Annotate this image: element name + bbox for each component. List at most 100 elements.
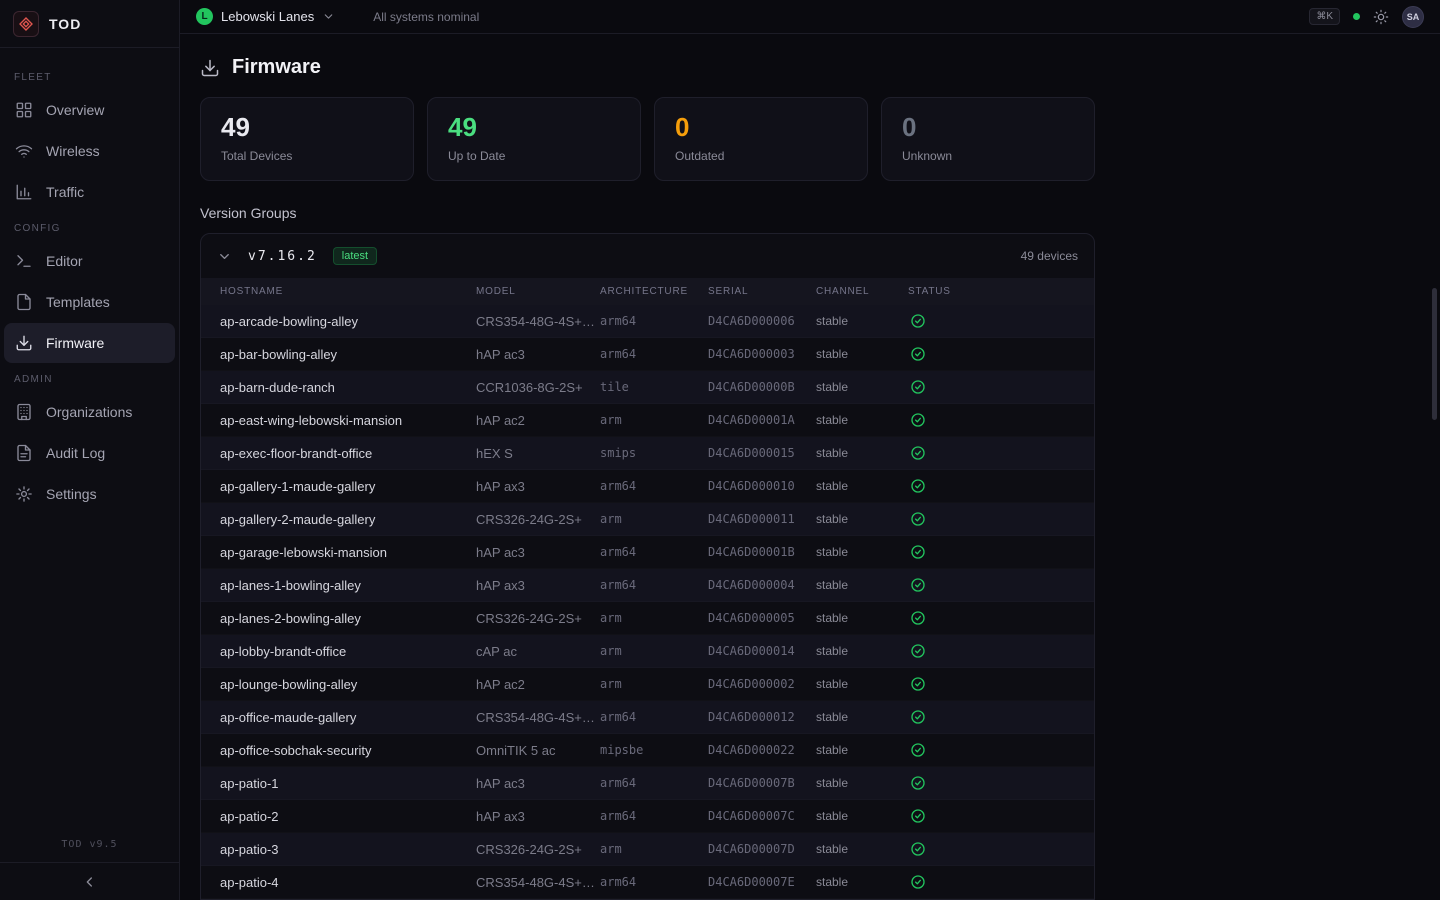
cell-status bbox=[908, 544, 1094, 560]
version-group-header[interactable]: v7.16.2 latest 49 devices bbox=[201, 234, 1094, 278]
table-row[interactable]: ap-gallery-2-maude-gallery CRS326-24G-2S… bbox=[201, 503, 1094, 536]
cell-architecture: arm64 bbox=[600, 710, 708, 724]
cell-hostname: ap-gallery-1-maude-gallery bbox=[220, 479, 476, 494]
table-row[interactable]: ap-patio-2 hAP ax3 arm64 D4CA6D00007C st… bbox=[201, 800, 1094, 833]
sidebar-item-settings[interactable]: Settings bbox=[4, 474, 175, 514]
cell-model: CRS326-24G-2S+ bbox=[476, 512, 600, 527]
table-row[interactable]: ap-lanes-2-bowling-alley CRS326-24G-2S+ … bbox=[201, 602, 1094, 635]
table-row[interactable]: ap-office-maude-gallery CRS354-48G-4S+… … bbox=[201, 701, 1094, 734]
cell-serial: D4CA6D000022 bbox=[708, 743, 816, 757]
sidebar-nav: FLEET Overview Wireless Traffic CONFIG E… bbox=[0, 48, 179, 515]
app-root: TOD FLEET Overview Wireless Traffic CONF… bbox=[0, 0, 1440, 900]
sidebar-item-organizations[interactable]: Organizations bbox=[4, 392, 175, 432]
stat-card-outdated: 0 Outdated bbox=[654, 97, 868, 181]
cell-architecture: arm64 bbox=[600, 578, 708, 592]
column-status: STATUS bbox=[908, 286, 1094, 297]
cell-hostname: ap-bar-bowling-alley bbox=[220, 347, 476, 362]
table-row[interactable]: ap-lounge-bowling-alley hAP ac2 arm D4CA… bbox=[201, 668, 1094, 701]
cell-channel: stable bbox=[816, 710, 908, 724]
cell-architecture: arm64 bbox=[600, 809, 708, 823]
org-name[interactable]: Lebowski Lanes bbox=[221, 9, 314, 24]
app-logo[interactable] bbox=[13, 11, 39, 37]
cell-serial: D4CA6D000003 bbox=[708, 347, 816, 361]
table-row[interactable]: ap-barn-dude-ranch CCR1036-8G-2S+ tile D… bbox=[201, 371, 1094, 404]
check-circle-icon bbox=[910, 610, 926, 626]
sidebar-item-traffic[interactable]: Traffic bbox=[4, 172, 175, 212]
sidebar-item-label: Firmware bbox=[46, 335, 104, 351]
table-row[interactable]: ap-garage-lebowski-mansion hAP ac3 arm64… bbox=[201, 536, 1094, 569]
firmware-download-icon bbox=[200, 58, 220, 78]
cell-status bbox=[908, 412, 1094, 428]
table-row[interactable]: ap-lanes-1-bowling-alley hAP ax3 arm64 D… bbox=[201, 569, 1094, 602]
cell-model: hAP ax3 bbox=[476, 578, 600, 593]
cell-serial: D4CA6D000006 bbox=[708, 314, 816, 328]
cell-hostname: ap-office-sobchak-security bbox=[220, 743, 476, 758]
table-row[interactable]: ap-exec-floor-brandt-office hEX S smips … bbox=[201, 437, 1094, 470]
cell-architecture: arm64 bbox=[600, 347, 708, 361]
cell-model: cAP ac bbox=[476, 644, 600, 659]
sidebar-item-wireless[interactable]: Wireless bbox=[4, 131, 175, 171]
scrollbar-thumb[interactable] bbox=[1432, 288, 1437, 420]
cell-model: hAP ac3 bbox=[476, 776, 600, 791]
chevron-down-icon[interactable] bbox=[322, 10, 335, 23]
sidebar-item-label: Organizations bbox=[46, 404, 132, 420]
device-count: 49 devices bbox=[1021, 249, 1078, 263]
cell-architecture: arm bbox=[600, 842, 708, 856]
cell-channel: stable bbox=[816, 611, 908, 625]
user-avatar[interactable]: SA bbox=[1402, 6, 1424, 28]
column-serial: SERIAL bbox=[708, 286, 816, 297]
table-row[interactable]: ap-east-wing-lebowski-mansion hAP ac2 ar… bbox=[201, 404, 1094, 437]
cell-model: hAP ax3 bbox=[476, 809, 600, 824]
cell-serial: D4CA6D00007E bbox=[708, 875, 816, 889]
org-avatar[interactable]: L bbox=[196, 8, 213, 25]
nav-section-fleet: FLEET bbox=[0, 62, 179, 89]
table-row[interactable]: ap-patio-4 CRS354-48G-4S+… arm64 D4CA6D0… bbox=[201, 866, 1094, 899]
table-row[interactable]: ap-lobby-brandt-office cAP ac arm D4CA6D… bbox=[201, 635, 1094, 668]
device-table-body: ap-arcade-bowling-alley CRS354-48G-4S+… … bbox=[201, 305, 1094, 899]
command-palette-shortcut[interactable]: ⌘K bbox=[1309, 8, 1340, 25]
cell-model: hEX S bbox=[476, 446, 600, 461]
app-version: TOD v9.5 bbox=[0, 839, 179, 862]
sidebar-item-label: Templates bbox=[46, 294, 110, 310]
cell-model: CRS354-48G-4S+… bbox=[476, 710, 600, 725]
cell-model: hAP ac2 bbox=[476, 413, 600, 428]
cell-model: hAP ac3 bbox=[476, 347, 600, 362]
app-name: TOD bbox=[49, 16, 81, 32]
cell-architecture: mipsbe bbox=[600, 743, 708, 757]
table-row[interactable]: ap-patio-3 CRS326-24G-2S+ arm D4CA6D0000… bbox=[201, 833, 1094, 866]
sidebar-item-overview[interactable]: Overview bbox=[4, 90, 175, 130]
chevron-down-icon[interactable] bbox=[217, 249, 232, 264]
table-row[interactable]: ap-office-sobchak-security OmniTIK 5 ac … bbox=[201, 734, 1094, 767]
layout-grid-icon bbox=[15, 101, 33, 119]
cell-serial: D4CA6D00001B bbox=[708, 545, 816, 559]
nav-section-admin: ADMIN bbox=[0, 364, 179, 391]
check-circle-icon bbox=[910, 577, 926, 593]
table-row[interactable]: ap-gallery-1-maude-gallery hAP ax3 arm64… bbox=[201, 470, 1094, 503]
sidebar-item-firmware[interactable]: Firmware bbox=[4, 323, 175, 363]
check-circle-icon bbox=[910, 379, 926, 395]
sidebar-item-templates[interactable]: Templates bbox=[4, 282, 175, 322]
cell-architecture: arm bbox=[600, 512, 708, 526]
theme-toggle-sun-icon[interactable] bbox=[1373, 9, 1389, 25]
cell-hostname: ap-lanes-2-bowling-alley bbox=[220, 611, 476, 626]
cell-architecture: arm64 bbox=[600, 776, 708, 790]
table-row[interactable]: ap-arcade-bowling-alley CRS354-48G-4S+… … bbox=[201, 305, 1094, 338]
cell-architecture: arm bbox=[600, 611, 708, 625]
table-row[interactable]: ap-patio-1 hAP ac3 arm64 D4CA6D00007B st… bbox=[201, 767, 1094, 800]
cell-serial: D4CA6D000004 bbox=[708, 578, 816, 592]
table-row[interactable]: ap-bar-bowling-alley hAP ac3 arm64 D4CA6… bbox=[201, 338, 1094, 371]
cell-hostname: ap-patio-4 bbox=[220, 875, 476, 890]
cell-channel: stable bbox=[816, 347, 908, 361]
cell-channel: stable bbox=[816, 743, 908, 757]
version-label: v7.16.2 bbox=[248, 249, 317, 264]
cell-hostname: ap-lanes-1-bowling-alley bbox=[220, 578, 476, 593]
sidebar-collapse-button[interactable] bbox=[0, 862, 179, 900]
check-circle-icon bbox=[910, 874, 926, 890]
sidebar-item-editor[interactable]: Editor bbox=[4, 241, 175, 281]
cell-status bbox=[908, 313, 1094, 329]
column-hostname: HOSTNAME bbox=[220, 286, 476, 297]
cell-model: hAP ac2 bbox=[476, 677, 600, 692]
file-icon bbox=[15, 293, 33, 311]
stats-cards: 49 Total Devices 49 Up to Date 0 Outdate… bbox=[200, 97, 1095, 181]
sidebar-item-audit-log[interactable]: Audit Log bbox=[4, 433, 175, 473]
